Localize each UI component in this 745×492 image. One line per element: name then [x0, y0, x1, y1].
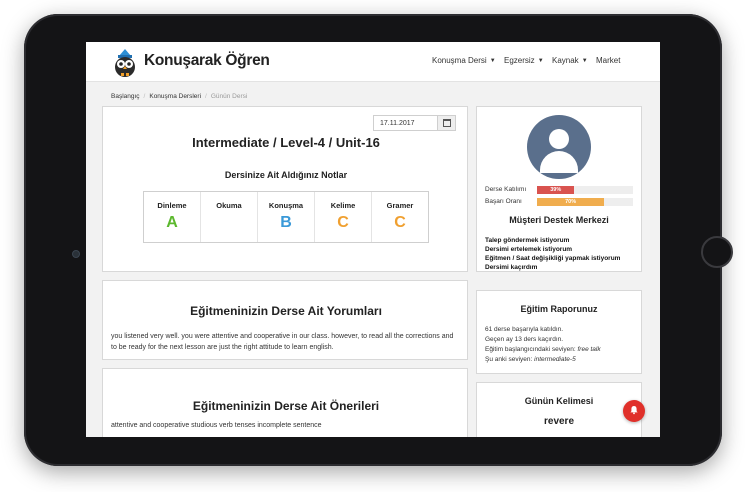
- grade-value: B: [280, 214, 292, 231]
- notes-title: Dersinize Ait Aldığınız Notlar: [224, 170, 348, 180]
- grades-table: Dinleme A Okuma Konuşma B Kelime C Grame…: [143, 191, 429, 243]
- nav-kaynak[interactable]: Kaynak ▼: [552, 56, 588, 65]
- grade-cell-listening: Dinleme A: [144, 192, 200, 242]
- report-title: Eğitim Raporunuz: [520, 304, 598, 314]
- support-link-request[interactable]: Talep göndermek istiyorum: [485, 237, 569, 244]
- nav-label: Kaynak: [552, 56, 579, 65]
- nav-konusma-dersi[interactable]: Konuşma Dersi ▼: [432, 56, 496, 65]
- camera-icon: [72, 250, 80, 258]
- support-title: Müşteri Destek Merkezi: [509, 215, 609, 225]
- comments-title: Eğitmeninizin Derse Ait Yorumları: [190, 304, 382, 318]
- attendance-bar-fill: 39%: [537, 186, 575, 194]
- report-current-level-label: Şu anki seviyen:: [485, 356, 535, 363]
- nav-label: Egzersiz: [504, 56, 535, 65]
- caret-down-icon: ▼: [537, 58, 544, 64]
- word-of-day-word: revere: [543, 416, 575, 427]
- grade-cell-vocabulary: Kelime C: [314, 192, 371, 242]
- suggestions-card: Eğitmeninizin Derse Ait Önerileri attent…: [102, 368, 468, 437]
- lesson-card: 17.11.2017 Intermediate / Level-4 / Unit…: [102, 106, 468, 272]
- brand-name[interactable]: Konuşarak Öğren: [144, 52, 270, 70]
- nav-label: Market: [596, 56, 621, 65]
- report-start-level-value: free talk: [577, 346, 601, 353]
- report-card: Eğitim Raporunuz 61 derse başarıyla katı…: [476, 290, 642, 374]
- grade-skill: Konuşma: [268, 201, 304, 210]
- support-link-change[interactable]: Eğitmen / Saat değişikliği yapmak istiyo…: [485, 255, 620, 262]
- report-line: Geçen ay 13 ders kaçırdın.: [485, 336, 564, 343]
- report-line: Eğitim başlangıcındaki seviyen: free tal…: [485, 346, 601, 353]
- breadcrumb: Başlangıç / Konuşma Dersleri / Günün Dersi: [111, 93, 247, 100]
- breadcrumb-separator: /: [205, 93, 207, 100]
- breadcrumb-separator: /: [143, 93, 146, 100]
- date-picker[interactable]: 17.11.2017: [373, 115, 456, 131]
- grade-skill: Dinleme: [157, 201, 187, 210]
- date-value: 17.11.2017: [380, 120, 415, 127]
- attendance-label: Derse Katılımı: [485, 186, 527, 193]
- profile-card: Derse Katılımı 39% Başarı Oranı 70% Müşt…: [476, 106, 642, 272]
- navbar: Konuşarak Öğren Konuşma Dersi ▼ Egzersiz ▼…: [86, 42, 660, 82]
- caret-down-icon: ▼: [581, 58, 588, 64]
- lesson-title: Intermediate / Level-4 / Unit-16: [192, 135, 380, 150]
- grade-cell-reading: Okuma: [200, 192, 257, 242]
- bell-icon: [630, 406, 638, 415]
- owl-logo-icon[interactable]: [110, 48, 140, 78]
- report-current-level-value: intermediate-5: [534, 356, 576, 363]
- suggestions-title: Eğitmeninizin Derse Ait Önerileri: [192, 399, 380, 413]
- grade-value: C: [337, 214, 349, 231]
- nav-label: Konuşma Dersi: [432, 56, 487, 65]
- notification-button[interactable]: [623, 400, 645, 422]
- report-start-level-label: Eğitim başlangıcındaki seviyen:: [485, 346, 578, 353]
- word-of-day-card: Günün Kelimesi revere: [476, 382, 642, 437]
- calendar-icon: [443, 119, 451, 127]
- support-link-missed[interactable]: Dersimi kaçırdım: [485, 264, 537, 271]
- grade-cell-grammar: Gramer C: [371, 192, 428, 242]
- breadcrumb-lessons[interactable]: Konuşma Dersleri: [149, 93, 201, 100]
- grade-value: A: [166, 214, 178, 231]
- breadcrumb-home[interactable]: Başlangıç: [111, 93, 140, 100]
- caret-down-icon: ▼: [489, 58, 496, 64]
- success-bar-fill: 70%: [537, 198, 605, 206]
- suggestions-text: attentive and cooperative studious verb …: [111, 422, 322, 429]
- grade-skill: Gramer: [386, 201, 414, 210]
- user-avatar-icon[interactable]: [527, 115, 591, 179]
- success-label: Başarı Oranı: [485, 198, 522, 205]
- comments-text: you listened very well. you were attenti…: [111, 333, 454, 351]
- report-line: 61 derse başarıyla katıldın.: [485, 326, 564, 333]
- word-of-day-title: Günün Kelimesi: [524, 396, 594, 406]
- grade-value: C: [394, 214, 406, 231]
- grade-skill: Okuma: [216, 201, 242, 210]
- success-bar: 70%: [537, 198, 633, 206]
- screen: Konuşarak Öğren Konuşma Dersi ▼ Egzersiz ▼…: [86, 42, 660, 437]
- report-line: Şu anki seviyen: intermediate-5: [485, 356, 576, 363]
- nav-egzersiz[interactable]: Egzersiz ▼: [504, 56, 544, 65]
- grade-skill: Kelime: [330, 201, 356, 210]
- nav-market[interactable]: Market: [596, 56, 620, 65]
- grade-cell-speaking: Konuşma B: [257, 192, 314, 242]
- calendar-button[interactable]: [437, 116, 455, 130]
- comments-card: Eğitmeninizin Derse Ait Yorumları you li…: [102, 280, 468, 360]
- grade-value: [201, 214, 257, 232]
- home-button[interactable]: [701, 236, 733, 268]
- attendance-bar: 39%: [537, 186, 633, 194]
- support-link-postpone[interactable]: Dersimi ertelemek istiyorum: [485, 246, 572, 253]
- breadcrumb-current: Günün Dersi: [210, 93, 248, 100]
